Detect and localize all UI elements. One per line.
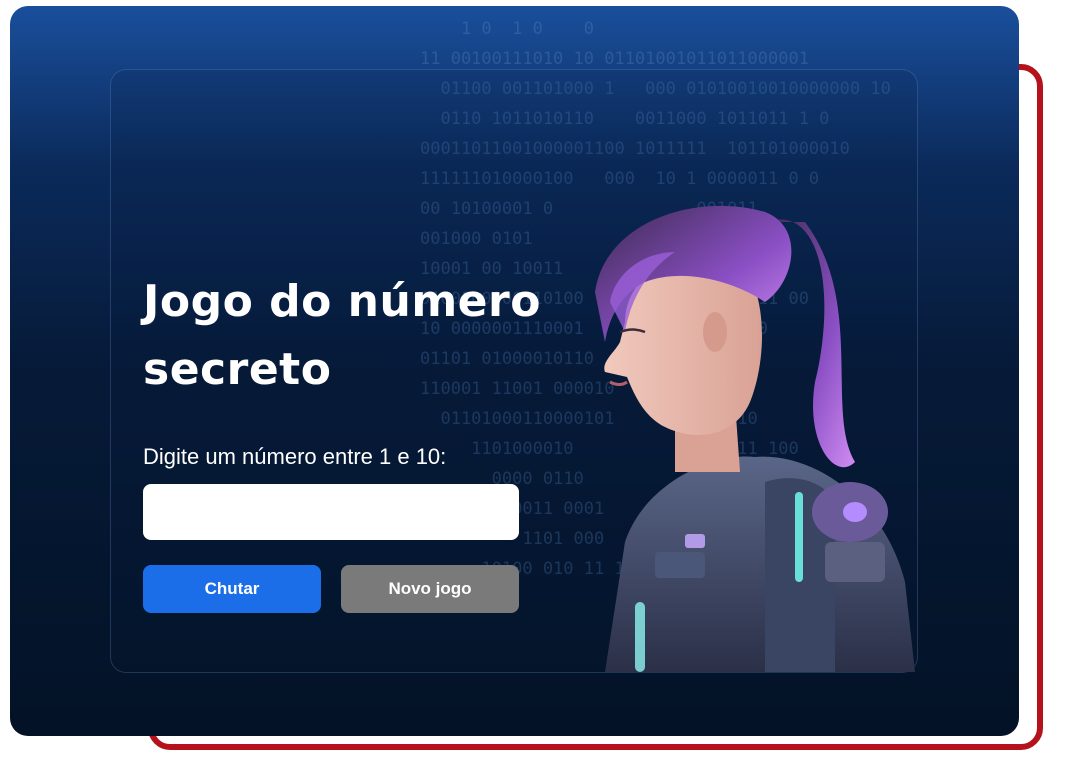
page-title: Jogo do número secreto [143, 276, 541, 395]
number-prompt-label: Digite um número entre 1 e 10: [143, 444, 447, 469]
number-input[interactable] [143, 484, 519, 540]
guess-button[interactable]: Chutar [143, 565, 321, 613]
astronaut-girl-illustration [595, 205, 915, 672]
binary-line: 1 0 1 0 0 [420, 19, 594, 39]
new-game-button[interactable]: Novo jogo [341, 565, 519, 613]
game-screen: 1 0 1 0 0 11 00100111010 10 0110100101101… [10, 6, 1019, 736]
